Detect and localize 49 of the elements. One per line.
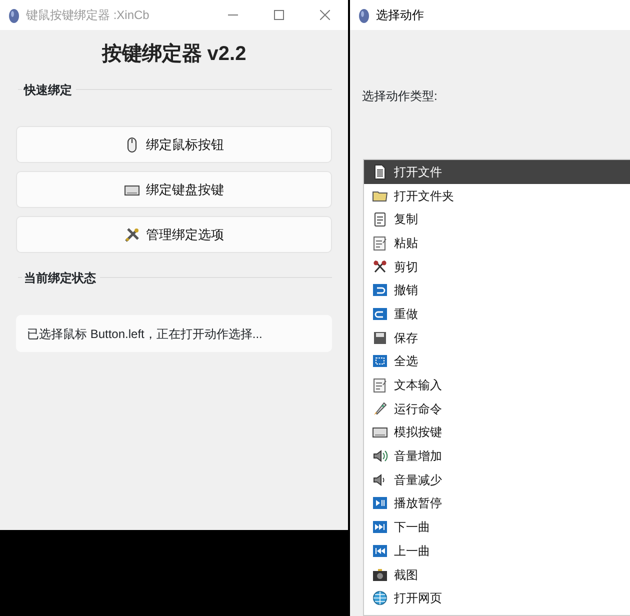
document-icon [372,164,388,180]
app-heading: 按键绑定器 v2.2 [100,42,248,67]
window-title: 选择动作 [376,7,424,24]
action-item[interactable]: 打开文件 [364,160,630,184]
bind-button[interactable]: 绑定鼠标按钮 [16,126,332,163]
tools-icon [124,226,140,242]
action-item[interactable]: 全选 [364,350,630,374]
app-icon [358,8,370,24]
action-item[interactable]: 音量减少 [364,468,630,492]
window-title: 键鼠按键绑定器 :XinCb [26,7,150,24]
select-all-icon [372,353,388,370]
speaker-icon [372,448,388,464]
play-pause-icon [372,495,388,512]
next-track-icon [372,519,388,536]
action-item[interactable]: 打开网页 [364,586,630,610]
globe-icon [372,590,388,606]
status-message: 已选择鼠标 Button.left，正在打开动作选择... [16,315,332,352]
action-item[interactable]: 复制 [364,207,630,232]
action-item[interactable]: 粘贴 [364,231,630,255]
action-item[interactable]: 重做 [364,302,630,326]
action-type-label: 选择动作类型: [362,88,438,105]
notepad-icon [372,234,388,251]
close-icon [320,10,330,20]
group-label: 当前绑定状态 [22,269,100,287]
bind-button[interactable]: 绑定键盘按键 [16,171,332,208]
maximize-icon [274,10,284,20]
floppy-icon [372,330,388,346]
undo-icon [372,282,388,298]
group-label: 快速绑定 [22,81,76,99]
action-item[interactable]: 文本输入 [364,373,630,397]
bind-button[interactable]: 管理绑定选项 [16,216,332,253]
notepad-icon [372,377,388,394]
scissors-icon [372,258,388,275]
action-item[interactable]: 打开文件夹 [364,184,630,208]
action-item[interactable]: 保存 [364,326,630,350]
clipboard-icon [372,211,388,228]
action-item[interactable]: 模拟按键 [364,420,630,444]
action-item[interactable]: 剪切 [364,254,630,278]
redo-icon [372,306,388,322]
action-item[interactable]: 撤销 [364,278,630,302]
previous-track-icon [372,542,388,559]
action-item[interactable]: 音量增加 [364,444,630,468]
app-icon [8,8,20,24]
action-item[interactable]: 下一曲 [364,515,630,539]
action-item[interactable]: 上一曲 [364,539,630,563]
action-item[interactable]: 播放暂停 [364,492,630,516]
camera-icon [372,566,388,583]
action-item[interactable]: 截图 [364,562,630,586]
action-item[interactable]: 运行命令 [364,396,630,421]
